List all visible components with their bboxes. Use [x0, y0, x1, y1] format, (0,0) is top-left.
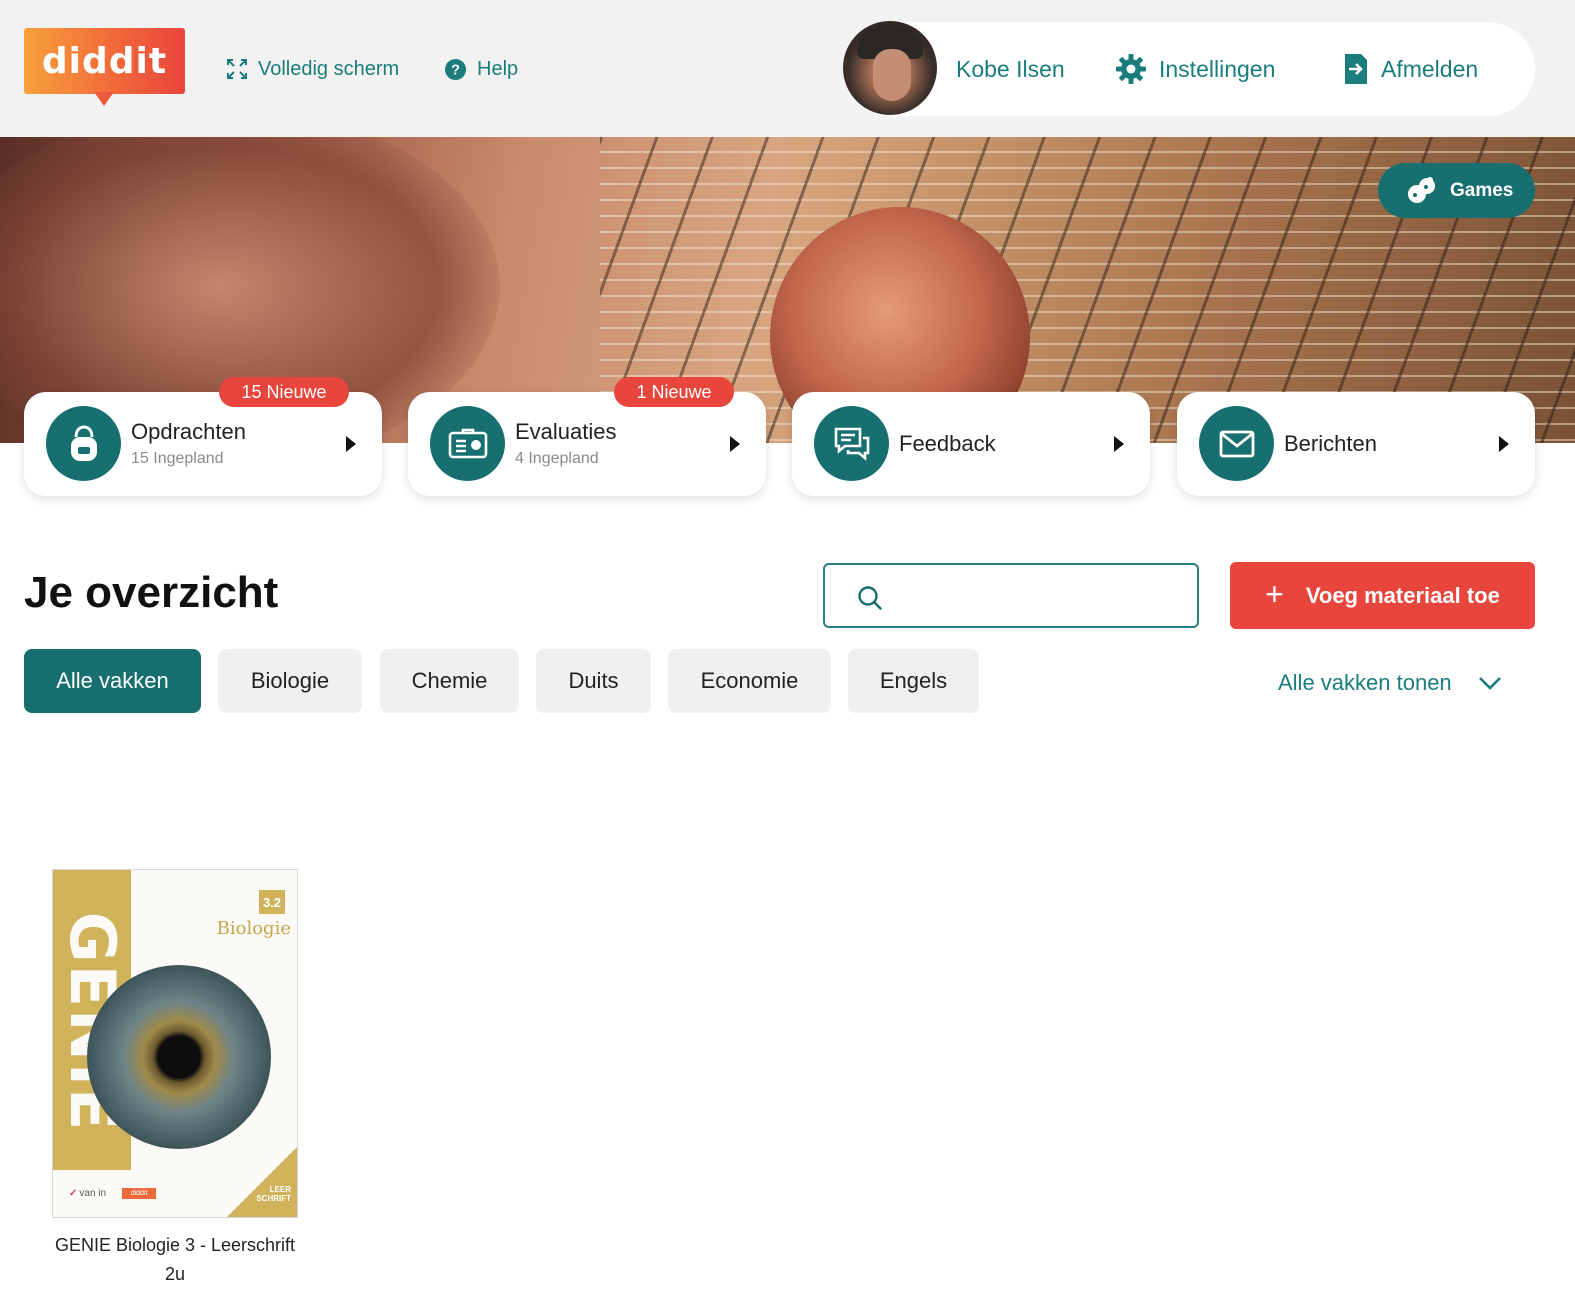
chevron-right-icon — [1114, 436, 1124, 452]
user-name: Kobe Ilsen — [956, 55, 1065, 82]
gear-icon — [1116, 54, 1146, 84]
book-title-line1: GENIE Biologie 3 - Leerschrift — [54, 1235, 296, 1255]
book-title[interactable]: GENIE Biologie 3 - Leerschrift 2u — [40, 1231, 310, 1289]
logout-link[interactable]: Afmelden — [1343, 52, 1478, 86]
new-badge: 15 Nieuwe — [219, 377, 349, 407]
cover-type-line1: LEER — [269, 1185, 291, 1194]
show-all-subjects-dropdown[interactable]: Alle vakken tonen — [1278, 668, 1502, 698]
cover-volume: 3.2 — [259, 890, 285, 914]
evaluation-icon — [430, 406, 505, 481]
search-icon — [858, 586, 882, 610]
card-subtitle: 4 Ingepland — [515, 450, 599, 467]
subject-tab-economie[interactable]: Economie — [668, 649, 831, 713]
subject-tab-duits[interactable]: Duits — [536, 649, 651, 713]
logout-label: Afmelden — [1381, 55, 1479, 82]
subject-tab-alle-vakken[interactable]: Alle vakken — [24, 649, 201, 713]
fullscreen-label: Volledig scherm — [258, 57, 400, 80]
checkmark-icon: ✓ — [69, 1188, 78, 1199]
card-opdrachten[interactable]: Opdrachten 15 Ingepland — [24, 392, 382, 496]
subject-tab-engels[interactable]: Engels — [848, 649, 979, 713]
games-button[interactable]: Games — [1378, 163, 1535, 218]
help-link[interactable]: ? Help — [444, 55, 518, 83]
chevron-right-icon — [1499, 436, 1509, 452]
card-subtitle: 15 Ingepland — [131, 450, 224, 467]
logout-icon — [1345, 54, 1367, 84]
diddit-logo[interactable]: diddit — [24, 28, 185, 94]
show-all-label: Alle vakken tonen — [1278, 670, 1452, 695]
search-box — [823, 563, 1199, 628]
svg-text:?: ? — [451, 62, 460, 78]
backpack-icon — [46, 406, 121, 481]
fullscreen-icon — [227, 59, 247, 79]
help-icon: ? — [444, 58, 467, 80]
add-material-button[interactable]: + Voeg materiaal toe — [1230, 562, 1535, 629]
user-name-link[interactable]: Kobe Ilsen — [956, 52, 1065, 86]
subject-tab-chemie[interactable]: Chemie — [380, 649, 519, 713]
search-input[interactable] — [895, 577, 1185, 615]
fullscreen-link[interactable]: Volledig scherm — [226, 55, 399, 83]
top-bar: diddit Volledig scherm ? Help Kobe Ilsen — [0, 0, 1575, 137]
add-material-label: Voeg materiaal toe — [1305, 582, 1500, 608]
platform-logo: diddit — [122, 1188, 157, 1199]
card-berichten[interactable]: Berichten — [1177, 392, 1535, 496]
cover-subject: Biologie — [216, 918, 291, 939]
chevron-down-icon — [1478, 677, 1501, 690]
logo-speech-tail — [94, 92, 114, 106]
publisher-logos: ✓ van in diddit — [69, 1188, 157, 1199]
chevron-right-icon — [346, 436, 356, 452]
help-label: Help — [477, 57, 519, 80]
avatar[interactable] — [843, 21, 937, 115]
games-label: Games — [1450, 179, 1514, 201]
card-title: Opdrachten — [131, 419, 246, 444]
plus-icon: + — [1265, 575, 1284, 612]
card-evaluaties[interactable]: Evaluaties 4 Ingepland — [408, 392, 766, 496]
page-title: Je overzicht — [24, 568, 279, 617]
book-cover[interactable]: GENIE 3.2 Biologie LEER SCHRIFT ✓ van in… — [52, 869, 298, 1218]
new-badge: 1 Nieuwe — [614, 377, 734, 407]
logo-text: diddit — [41, 40, 168, 82]
feedback-icon — [814, 406, 889, 481]
eye-image — [87, 965, 271, 1149]
book-title-line2: 2u — [164, 1264, 186, 1284]
chevron-right-icon — [730, 436, 740, 452]
envelope-icon — [1199, 406, 1274, 481]
subject-tab-biologie[interactable]: Biologie — [218, 649, 362, 713]
card-title: Berichten — [1284, 431, 1377, 456]
puzzle-icon — [1408, 176, 1435, 203]
settings-label: Instellingen — [1159, 55, 1276, 82]
settings-link[interactable]: Instellingen — [1115, 52, 1275, 86]
publisher-name: van in — [79, 1188, 107, 1199]
card-title: Feedback — [899, 431, 996, 456]
card-feedback[interactable]: Feedback — [792, 392, 1150, 496]
card-title: Evaluaties — [515, 419, 617, 444]
cover-type-line2: SCHRIFT — [256, 1194, 291, 1203]
